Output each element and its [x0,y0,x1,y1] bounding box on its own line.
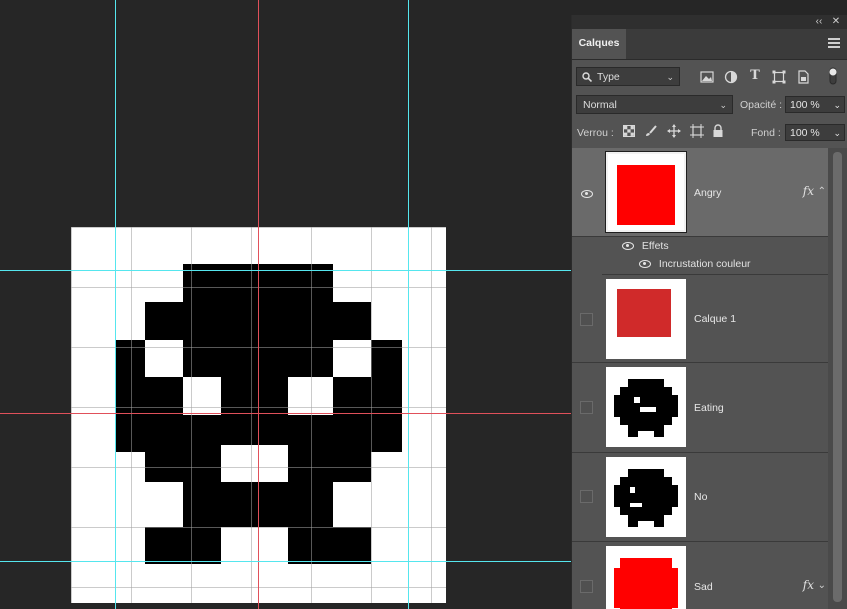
layers-list: Angry fx ⌃ Effets Incrustation couleur C… [572,148,828,609]
effects-label: Effets [641,240,669,252]
thumbnail-sprite-no [614,469,678,527]
layer-name[interactable]: Calque 1 [694,313,736,325]
fill-input[interactable]: 100 % ⌄ [785,124,845,141]
lock-brush-icon[interactable] [645,125,659,139]
filter-toggle-switch[interactable] [828,66,838,86]
chevron-down-icon[interactable]: ⌄ [818,580,826,591]
layer-thumbnail [606,279,686,359]
effect-eye-icon[interactable] [639,260,651,269]
blend-mode-value: Normal [583,99,617,111]
opacity-label: Opacité : [740,99,783,111]
chevron-down-icon: ⌄ [666,72,674,82]
scrollbar-thumb[interactable] [833,152,842,602]
blend-mode-select[interactable]: Normal ⌄ [576,95,733,114]
guide-vertical[interactable] [258,0,259,609]
filter-pixel-icon[interactable] [700,70,714,84]
canvas-area[interactable] [0,0,571,609]
visibility-toggle[interactable] [580,401,593,414]
effect-row-incrustation[interactable]: Incrustation couleur [639,255,828,274]
visibility-eye-icon[interactable] [581,188,593,200]
tab-calques[interactable]: Calques [572,29,626,59]
lock-artboard-icon[interactable] [690,124,704,138]
chevron-down-icon: ⌄ [833,128,841,138]
layers-panel: ‹‹ ✕ Calques Type ⌄ T Normal ⌄ Opacité:… [571,15,847,609]
lock-transparent-icon[interactable] [623,125,637,139]
lock-move-icon[interactable] [667,124,681,138]
effects-eye-icon[interactable] [622,242,634,251]
layers-scrollbar[interactable] [828,148,847,609]
layer-thumbnail [606,367,686,447]
guide-vertical[interactable] [115,0,116,609]
thumbnail-sprite-eating [614,379,678,437]
panel-tabs: Calques [572,29,847,60]
chevron-down-icon: ⌄ [833,100,841,110]
opacity-input[interactable]: 100 % ⌄ [785,96,845,113]
visibility-toggle[interactable] [580,580,593,593]
filter-shape-icon[interactable] [772,70,786,84]
panel-menu-icon[interactable] [828,38,840,48]
filter-smart-object-icon[interactable] [796,70,810,84]
effect-name: Incrustation couleur [658,258,751,270]
layer-name[interactable]: Eating [694,402,724,414]
layer-name[interactable]: Sad [694,581,713,593]
guide-horizontal[interactable] [0,270,571,271]
thumbnail-fill [617,289,671,337]
opacity-value: 100 % [790,99,820,111]
layer-row-sad[interactable]: Sad fx ⌄ [572,542,828,609]
filter-kind-label: Type [597,71,620,83]
filter-adjustment-icon[interactable] [724,70,738,84]
layer-name[interactable]: No [694,491,707,503]
thumbnail-sprite-sad [614,558,678,609]
guide-horizontal[interactable] [0,413,571,414]
collapse-panel-button[interactable]: ‹‹ [812,15,826,29]
visibility-toggle[interactable] [580,313,593,326]
filter-kind-select[interactable]: Type ⌄ [576,67,680,86]
layer-thumbnail [606,546,686,609]
layer-thumbnail [605,151,687,233]
layer-name[interactable]: Angry [694,187,721,199]
guide-vertical[interactable] [408,0,409,609]
layer-thumbnail [606,457,686,537]
lock-all-icon[interactable] [712,124,726,138]
effects-row[interactable]: Effets [622,237,828,256]
search-icon [582,72,592,82]
fx-icon[interactable]: fx [803,184,814,198]
layer-row-angry[interactable]: Angry fx ⌃ [572,148,828,237]
filter-type-icon[interactable]: T [748,69,762,83]
lock-label: Verrou : [577,127,614,139]
fx-icon[interactable]: fx [803,578,814,592]
layer-row-no[interactable]: No [572,453,828,542]
chevron-down-icon: ⌄ [719,100,727,110]
visibility-toggle[interactable] [580,490,593,503]
layer-row-calque-1[interactable]: Calque 1 [572,276,828,363]
fill-value: 100 % [790,127,820,139]
fill-label: Fond : [751,127,781,139]
layer-effects-group: Effets Incrustation couleur [602,237,828,275]
thumbnail-fill [617,165,675,225]
layer-row-eating[interactable]: Eating [572,363,828,453]
chevron-up-icon[interactable]: ⌃ [818,186,826,197]
panel-titlebar: ‹‹ ✕ [572,15,847,29]
guide-horizontal[interactable] [0,561,571,562]
close-panel-button[interactable]: ✕ [829,15,843,29]
